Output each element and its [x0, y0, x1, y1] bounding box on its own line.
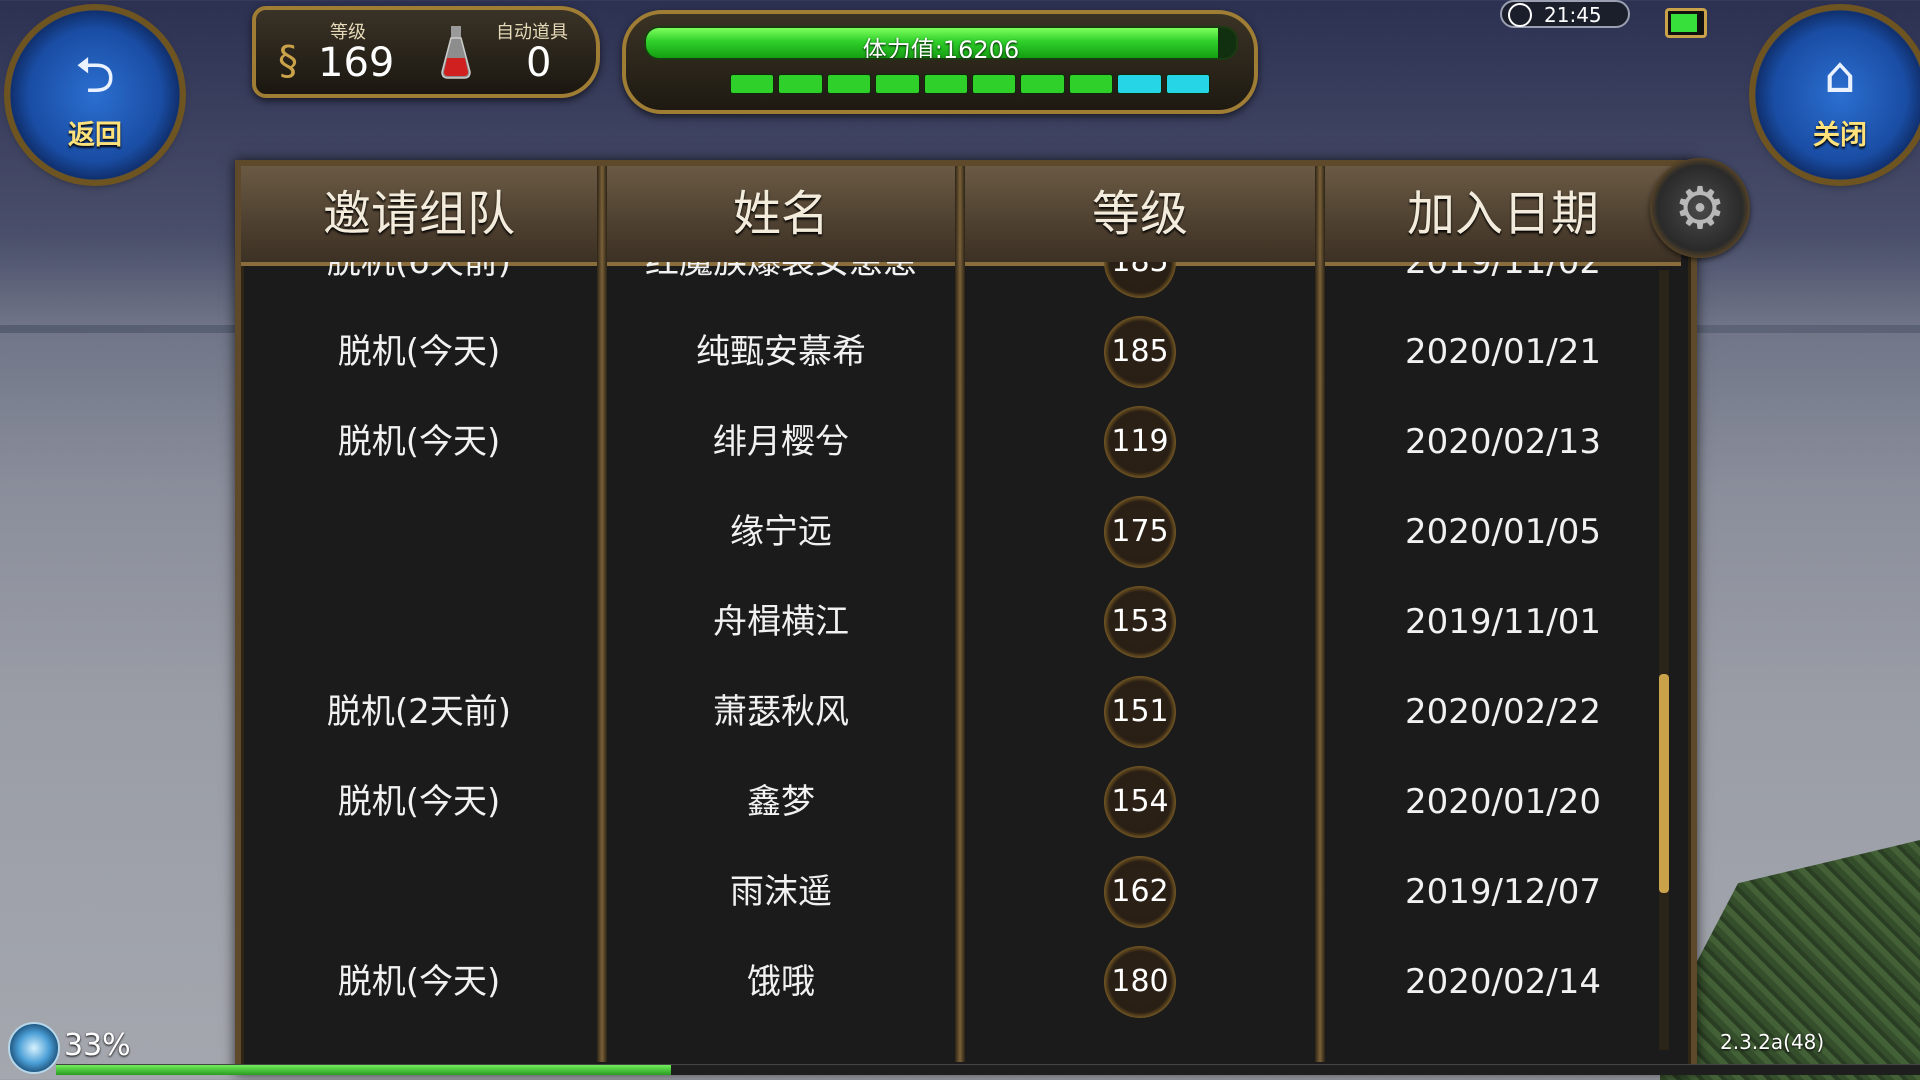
stamina-bar: 体力值:16206	[644, 26, 1238, 60]
energy-segment	[972, 74, 1017, 94]
cell-join-date: 2019/11/01	[1405, 602, 1601, 642]
table-row[interactable]: 舟楫横江 153 2019/11/01	[241, 577, 1681, 667]
header-join-date[interactable]: 加入日期	[1325, 166, 1681, 262]
level-swirl-icon: §	[278, 38, 298, 84]
scrollbar-thumb[interactable]	[1659, 674, 1669, 893]
energy-segment	[1020, 74, 1065, 94]
level-value: 169	[318, 40, 395, 86]
energy-segment	[875, 74, 920, 94]
exp-percent: 33%	[64, 1028, 131, 1063]
battery-icon	[1665, 8, 1707, 38]
cell-online-status	[241, 847, 597, 937]
cell-online-status	[241, 577, 597, 667]
energy-segment	[923, 74, 969, 94]
scrollbar[interactable]	[1659, 270, 1669, 1050]
cell-member-name: 雨沫遥	[730, 872, 832, 912]
cell-member-name: 绯月樱兮	[713, 422, 849, 462]
cell-level-badge: 154	[1104, 766, 1176, 838]
cell-member-name: 萧瑟秋风	[713, 692, 849, 732]
version-label: 2.3.2a(48)	[1720, 1030, 1825, 1054]
stamina-text: 体力值:16206	[862, 36, 1020, 60]
cell-join-date: 2020/02/13	[1405, 422, 1601, 462]
cell-online-status	[241, 487, 597, 577]
back-arrow-icon: ⮌	[74, 46, 116, 104]
cell-join-date: 2019/12/07	[1405, 872, 1601, 912]
stamina-panel: 体力值:16206	[622, 10, 1258, 114]
battery-level	[1671, 14, 1698, 32]
cell-join-date: 2020/02/22	[1405, 692, 1601, 732]
header-level[interactable]: 等级	[965, 166, 1315, 262]
energy-segment	[778, 74, 823, 94]
cell-join-date: 2020/01/05	[1405, 512, 1601, 552]
table-row[interactable]: 脱机(今天) 饿哦 180 2020/02/14	[241, 937, 1681, 1027]
cell-member-name: 缘宁远	[730, 512, 832, 552]
exp-orb-icon	[8, 1022, 60, 1074]
exp-bar	[56, 1064, 1920, 1075]
back-button-label: 返回	[68, 120, 122, 151]
cell-online-status: 脱机(6天前)	[326, 262, 512, 282]
cell-level-badge: 162	[1104, 856, 1176, 928]
cell-level-badge: 153	[1104, 586, 1176, 658]
energy-segment	[1165, 74, 1211, 94]
header-name[interactable]: 姓名	[607, 166, 955, 262]
cell-online-status: 脱机(2天前)	[326, 692, 512, 732]
gears-icon[interactable]: ⚙	[1650, 158, 1750, 258]
energy-segment	[1117, 74, 1162, 94]
cell-online-status: 脱机(今天)	[337, 782, 501, 822]
cell-level-badge: 175	[1104, 496, 1176, 568]
table-row[interactable]: 脱机(今天) 纯甄安慕希 185 2020/01/21	[241, 307, 1681, 397]
table-row[interactable]: 脱机(今天) 绯月樱兮 119 2020/02/13	[241, 397, 1681, 487]
table-row[interactable]: 脱机(2天前) 萧瑟秋风 151 2020/02/22	[241, 667, 1681, 757]
table-row[interactable]: 缘宁远 175 2020/01/05	[241, 487, 1681, 577]
cell-level-badge: 180	[1104, 946, 1176, 1018]
cell-level-badge: 185	[1104, 316, 1176, 388]
back-button[interactable]: ⮌ 返回	[10, 10, 180, 180]
home-icon: ⌂	[1824, 46, 1856, 104]
cell-level-badge: 185	[1104, 262, 1176, 298]
energy-segment	[730, 74, 775, 94]
cell-online-status: 脱机(今天)	[337, 332, 501, 372]
energy-segment	[826, 74, 872, 94]
exp-bar-fill	[56, 1065, 672, 1075]
header-invite-team[interactable]: 邀请组队	[241, 166, 597, 262]
clock-icon	[1508, 3, 1532, 27]
clock-time: 21:45	[1544, 3, 1602, 27]
close-button-label: 关闭	[1813, 120, 1867, 151]
table-row[interactable]: 脱机(6天前) 红魔族爆裂女患患 185 2019/11/02	[241, 262, 1681, 307]
table-row[interactable]: 雨沫遥 162 2019/12/07	[241, 847, 1681, 937]
guild-member-table: 邀请组队 姓名 等级 加入日期 脱机(6天前) 红魔族爆裂女患患 185 2019/1…	[235, 160, 1697, 1074]
cell-member-name: 纯甄安慕希	[696, 332, 866, 372]
cell-member-name: 鑫梦	[747, 782, 815, 822]
cell-join-date: 2020/01/21	[1405, 332, 1601, 372]
energy-segments	[730, 74, 1211, 94]
table-row[interactable]: 脱机(今天) 鑫梦 154 2020/01/20	[241, 757, 1681, 847]
energy-segment	[1068, 74, 1114, 94]
cell-online-status: 脱机(今天)	[337, 422, 501, 462]
cell-level-badge: 119	[1104, 406, 1176, 478]
cell-level-badge: 151	[1104, 676, 1176, 748]
cell-join-date: 2019/11/02	[1405, 262, 1601, 282]
cell-join-date: 2020/01/20	[1405, 782, 1601, 822]
potion-icon[interactable]	[438, 24, 474, 80]
cell-join-date: 2020/02/14	[1405, 962, 1601, 1002]
clock: 21:45	[1500, 0, 1630, 28]
cell-online-status: 脱机(今天)	[337, 962, 501, 1002]
close-button[interactable]: ⌂ 关闭	[1755, 10, 1920, 180]
cell-member-name: 舟楫横江	[713, 602, 849, 642]
cell-member-name: 红魔族爆裂女患患	[645, 262, 917, 282]
table-body[interactable]: 脱机(6天前) 红魔族爆裂女患患 185 2019/11/02 脱机(今天) 纯甄安慕希 1…	[241, 262, 1681, 1062]
cell-member-name: 饿哦	[747, 962, 815, 1002]
auto-item-value: 0	[526, 40, 552, 86]
player-status-panel: § 等级 169 自动道具 0	[252, 6, 600, 98]
